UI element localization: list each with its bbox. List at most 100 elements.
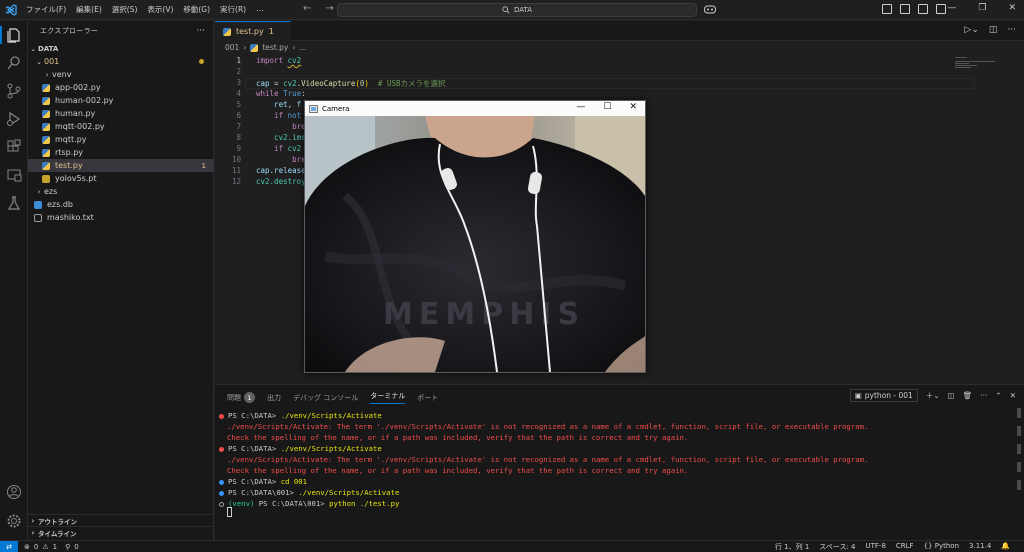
line-ending[interactable]: CRLF (896, 542, 914, 552)
file-human-002[interactable]: human-002.py (28, 94, 214, 107)
menu-more[interactable]: … (256, 4, 264, 15)
toggle-panel-icon[interactable] (900, 4, 910, 14)
file-yolov5s[interactable]: yolov5s.pt (28, 172, 214, 185)
camera-window[interactable]: Camera — ☐ ✕ MEMPHIS (304, 100, 646, 373)
restore-icon[interactable]: ❐ (978, 3, 986, 13)
cursor-position[interactable]: 行 1、列 1 (775, 542, 809, 552)
tab-ports[interactable]: ポート (417, 393, 438, 403)
account-icon[interactable] (6, 484, 22, 500)
root-folder-data[interactable]: ⌄ DATA (28, 42, 214, 55)
explorer-sidebar: エクスプローラー ··· ⌄ DATA ⌄ 001 › venv app-002… (28, 21, 214, 540)
folder-001[interactable]: ⌄ 001 (28, 55, 214, 68)
warning-count[interactable]: 1 (53, 543, 57, 551)
gear-icon[interactable] (6, 513, 22, 529)
terminal-selector[interactable]: ▣ python - 001 (849, 389, 918, 402)
new-terminal-icon[interactable]: ＋⌄ (926, 390, 940, 401)
outline-section[interactable]: › アウトライン (28, 514, 214, 526)
menu-selection[interactable]: 選択(S) (112, 4, 138, 15)
extensions-icon[interactable] (6, 139, 22, 155)
run-python-icon[interactable]: ▷⌄ (964, 25, 978, 35)
breadcrumb-file[interactable]: test.py (262, 43, 288, 52)
code-line[interactable]: 3 cap = cv2.VideoCapture(0) # USBカメラを選択 (215, 78, 975, 89)
split-terminal-icon[interactable]: ◫ (948, 391, 955, 400)
nav-arrows: ← → (303, 3, 334, 14)
more-actions-icon[interactable]: ··· (196, 26, 205, 36)
remote-explorer-icon[interactable] (6, 167, 22, 183)
menu-file[interactable]: ファイル(F) (26, 4, 66, 15)
error-count[interactable]: 0 (34, 543, 38, 551)
ports-count[interactable]: 0 (74, 543, 78, 551)
run-debug-icon[interactable] (6, 111, 22, 127)
command-center-search[interactable]: DATA (337, 3, 697, 17)
tab-output[interactable]: 出力 (267, 393, 281, 403)
code-token: cap (256, 79, 270, 88)
tab-label: 問題 (227, 393, 241, 402)
tab-debug-console[interactable]: デバッグ コンソール (293, 393, 358, 403)
notifications-icon[interactable]: 🔔 (1001, 542, 1010, 552)
file-rtsp[interactable]: rtsp.py (28, 146, 214, 159)
trash-icon[interactable]: 🗑 (963, 391, 973, 400)
folder-ezs[interactable]: › ezs (28, 185, 214, 198)
breadcrumb-folder[interactable]: 001 (225, 43, 239, 52)
file-test[interactable]: test.py 1 (28, 159, 214, 172)
encoding[interactable]: UTF-8 (866, 542, 886, 552)
python-file-icon (42, 109, 50, 118)
chevron-right-icon: › (31, 516, 35, 525)
toggle-sidebar-icon[interactable] (882, 4, 892, 14)
file-mqtt-002[interactable]: mqtt-002.py (28, 120, 214, 133)
more-actions-icon[interactable]: ··· (1007, 25, 1016, 35)
database-file-icon (34, 200, 42, 209)
language-mode[interactable]: {} Python (924, 542, 959, 552)
terminal-cursor[interactable] (227, 507, 232, 517)
copilot-icon[interactable] (703, 4, 725, 16)
tree-item-label: human.py (55, 109, 96, 118)
maximize-icon[interactable]: ☐ (603, 102, 611, 112)
close-icon[interactable]: ✕ (629, 102, 637, 112)
menu-edit[interactable]: 編集(E) (76, 4, 102, 15)
code-line[interactable]: 4 while True: (215, 89, 975, 100)
remote-indicator-icon[interactable]: ⇄ (0, 540, 18, 552)
split-editor-icon[interactable]: ◫ (989, 25, 998, 35)
explorer-title: エクスプローラー (40, 27, 99, 35)
source-control-icon[interactable] (6, 83, 22, 99)
error-icon: ⊗ (24, 542, 30, 551)
file-app-002[interactable]: app-002.py (28, 81, 214, 94)
tab-problems[interactable]: 問題 1 (227, 392, 255, 403)
close-icon[interactable]: ✕ (1010, 391, 1016, 400)
back-arrow-icon[interactable]: ← (303, 3, 311, 14)
file-human[interactable]: human.py (28, 107, 214, 120)
tab-terminal[interactable]: ターミナル (370, 391, 406, 404)
python-version[interactable]: 3.11.4 (969, 542, 991, 552)
timeline-section[interactable]: › タイムライン (28, 526, 214, 538)
toggle-secondary-sidebar-icon[interactable] (918, 4, 928, 14)
file-mashiko-txt[interactable]: mashiko.txt (28, 211, 214, 224)
terminal-scrollbar[interactable] (1017, 408, 1021, 508)
file-ezs-db[interactable]: ezs.db (28, 198, 214, 211)
chevron-up-icon[interactable]: ⌃ (995, 391, 1001, 400)
chevron-down-icon: ⌄ (30, 44, 36, 53)
minimize-icon[interactable]: — (576, 102, 585, 112)
files-icon[interactable] (6, 27, 22, 43)
forward-arrow-icon[interactable]: → (325, 3, 333, 14)
command-running-dot-icon (219, 501, 224, 507)
menu-go[interactable]: 移動(G) (183, 4, 210, 15)
tab-test-py[interactable]: test.py 1 (215, 21, 291, 41)
flask-icon[interactable] (6, 195, 22, 211)
code-line[interactable]: 1 import cv2 (215, 56, 975, 67)
folder-venv[interactable]: › venv (28, 68, 214, 81)
minimize-icon[interactable]: — (947, 3, 956, 13)
terminal-line: ./venv/Scripts/Activate: The term './ven… (227, 455, 868, 465)
menu-view[interactable]: 表示(V) (147, 4, 173, 15)
menu-run[interactable]: 実行(R) (220, 4, 246, 15)
search-icon[interactable] (6, 55, 22, 71)
minimap[interactable] (955, 57, 1005, 71)
file-mqtt[interactable]: mqtt.py (28, 133, 214, 146)
code-line[interactable]: 2 (215, 67, 975, 78)
breadcrumb-more[interactable]: ... (299, 43, 306, 52)
more-actions-icon[interactable]: ··· (980, 391, 987, 400)
camera-title-bar[interactable]: Camera — ☐ ✕ (305, 101, 645, 116)
customize-layout-icon[interactable] (936, 4, 946, 14)
close-icon[interactable]: ✕ (1008, 3, 1016, 13)
command-success-dot-icon (219, 479, 224, 485)
indentation[interactable]: スペース: 4 (819, 542, 855, 552)
